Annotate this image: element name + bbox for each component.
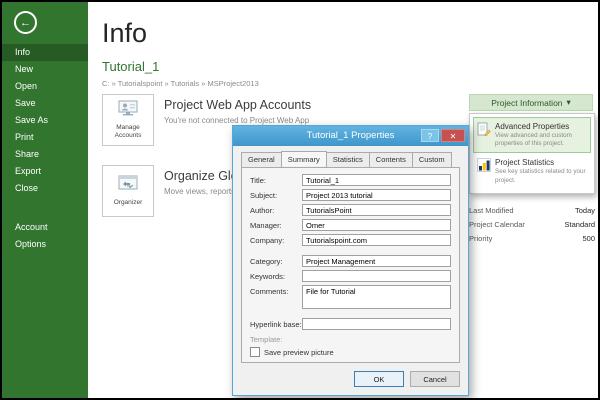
- sidebar-item-options[interactable]: Options: [2, 236, 88, 253]
- backstage-sidebar: ← Info New Open Save Save As Print Share…: [2, 2, 88, 398]
- sidebar-item-account[interactable]: Account: [2, 219, 88, 236]
- tab-general[interactable]: General: [241, 152, 282, 167]
- property-value: Today: [574, 206, 595, 215]
- field-row-subject: Subject:: [250, 189, 451, 201]
- sidebar-item-export[interactable]: Export: [2, 163, 88, 180]
- hyperlink-base-label: Hyperlink base:: [250, 320, 302, 329]
- sidebar-item-info[interactable]: Info: [2, 44, 88, 61]
- cancel-button[interactable]: Cancel: [410, 371, 460, 387]
- hyperlink-base-field[interactable]: [302, 318, 451, 330]
- company-field[interactable]: [302, 234, 451, 246]
- property-label: Project Calendar: [469, 220, 525, 229]
- breadcrumb: C: » Tutorialspoint » Tutorials » MSProj…: [102, 79, 259, 88]
- sidebar-item-new[interactable]: New: [2, 61, 88, 78]
- save-preview-checkbox-row[interactable]: Save preview picture: [250, 347, 451, 357]
- property-value: 500: [582, 234, 595, 243]
- section-title-web-app-accounts: Project Web App Accounts: [164, 98, 312, 112]
- title-field[interactable]: [302, 174, 451, 186]
- advanced-properties-icon: [477, 122, 491, 141]
- organizer-button[interactable]: Organizer: [102, 165, 154, 217]
- dialog-tabs: General Summary Statistics Contents Cust…: [241, 151, 452, 167]
- property-label: Last Modified: [469, 206, 514, 215]
- advanced-properties-desc: View advanced and custom properties of t…: [495, 132, 572, 148]
- menu-item-project-statistics[interactable]: Project Statistics See key statistics re…: [473, 153, 591, 189]
- accounts-icon: [118, 100, 138, 121]
- tab-summary[interactable]: Summary: [280, 151, 327, 166]
- tab-contents[interactable]: Contents: [368, 152, 413, 167]
- tab-custom[interactable]: Custom: [411, 152, 452, 167]
- field-row-keywords: Keywords:: [250, 270, 451, 282]
- manage-accounts-button[interactable]: Manage Accounts: [102, 94, 154, 146]
- field-row-category: Category:: [250, 255, 451, 267]
- dialog-footer: OK Cancel: [354, 371, 460, 387]
- sidebar-item-share[interactable]: Share: [2, 146, 88, 163]
- manager-field[interactable]: [302, 219, 451, 231]
- field-row-title: Title:: [250, 174, 451, 186]
- project-properties-list: Last Modified Today Project Calendar Sta…: [469, 206, 595, 248]
- back-arrow-icon: ←: [20, 16, 31, 29]
- field-row-company: Company:: [250, 234, 451, 246]
- organizer-icon: [118, 175, 138, 196]
- title-label: Title:: [250, 176, 266, 185]
- checkbox-icon[interactable]: [250, 347, 260, 357]
- summary-tab-page: Title: Subject: Author: Manager: Company…: [241, 167, 460, 363]
- app-window: ← Info New Open Save Save As Print Share…: [0, 0, 600, 400]
- property-last-modified: Last Modified Today: [469, 206, 595, 215]
- company-label: Company:: [250, 236, 285, 245]
- keywords-field[interactable]: [302, 270, 451, 282]
- field-row-template: Template:: [250, 333, 451, 344]
- keywords-label: Keywords:: [250, 272, 286, 281]
- property-priority: Priority 500: [469, 234, 595, 243]
- sidebar-item-close[interactable]: Close: [2, 180, 88, 197]
- project-statistics-desc: See key statistics related to your proje…: [495, 168, 586, 184]
- properties-dialog: Tutorial_1 Properties ? ✕ General Summar…: [232, 125, 469, 396]
- project-information-menu: Advanced Properties View advanced and cu…: [469, 113, 595, 194]
- manager-label: Manager:: [250, 221, 282, 230]
- advanced-properties-title: Advanced Properties: [495, 122, 570, 131]
- category-label: Category:: [250, 257, 283, 266]
- field-row-manager: Manager:: [250, 219, 451, 231]
- organizer-label: Organizer: [113, 199, 143, 207]
- field-row-comments: Comments: File for Tutorial: [250, 285, 451, 309]
- subject-field[interactable]: [302, 189, 451, 201]
- project-information-button[interactable]: Project Information ▾: [469, 94, 593, 111]
- property-project-calendar: Project Calendar Standard: [469, 220, 595, 229]
- field-row-author: Author:: [250, 204, 451, 216]
- sidebar-item-print[interactable]: Print: [2, 129, 88, 146]
- chevron-down-icon: ▾: [566, 97, 571, 107]
- property-label: Priority: [469, 234, 493, 243]
- category-field[interactable]: [302, 255, 451, 267]
- sidebar-item-save[interactable]: Save: [2, 95, 88, 112]
- template-label: Template:: [250, 335, 283, 344]
- close-icon[interactable]: ✕: [441, 129, 465, 142]
- page-title: Info: [102, 18, 148, 48]
- menu-item-advanced-properties[interactable]: Advanced Properties View advanced and cu…: [473, 117, 591, 154]
- sidebar-item-save-as[interactable]: Save As: [2, 112, 88, 129]
- author-field[interactable]: [302, 204, 451, 216]
- comments-label: Comments:: [250, 287, 289, 296]
- dialog-titlebar[interactable]: Tutorial_1 Properties ? ✕: [233, 126, 468, 146]
- manage-accounts-label: Manage Accounts: [114, 124, 142, 139]
- subject-label: Subject:: [250, 191, 278, 200]
- property-value: Standard: [564, 220, 595, 229]
- project-statistics-title: Project Statistics: [495, 158, 555, 168]
- comments-field[interactable]: File for Tutorial: [302, 285, 451, 309]
- save-preview-label: Save preview picture: [264, 347, 334, 357]
- project-information-label: Project Information: [491, 97, 563, 108]
- project-statistics-icon: [477, 158, 491, 177]
- ok-button[interactable]: OK: [354, 371, 404, 387]
- tab-statistics[interactable]: Statistics: [325, 152, 370, 167]
- back-button[interactable]: ←: [14, 11, 37, 34]
- section-desc-web-app-accounts: You're not connected to Project Web App: [164, 116, 310, 125]
- sidebar-item-open[interactable]: Open: [2, 78, 88, 95]
- author-label: Author:: [250, 206, 275, 215]
- help-button[interactable]: ?: [421, 129, 439, 142]
- project-name: Tutorial_1: [102, 59, 160, 74]
- field-row-hyperlink-base: Hyperlink base:: [250, 318, 451, 330]
